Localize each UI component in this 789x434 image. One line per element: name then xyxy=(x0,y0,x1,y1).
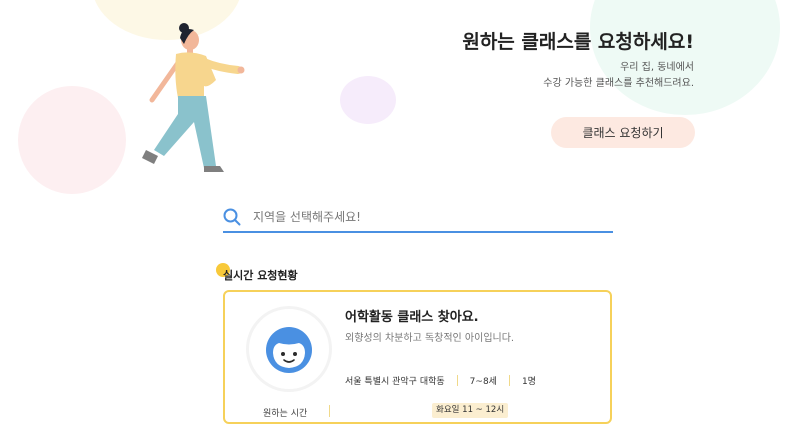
hero-subtitle-line-1: 우리 집, 동네에서 xyxy=(620,62,694,73)
decor-blob-lilac xyxy=(340,76,396,124)
request-class-button[interactable]: 클래스 요청하기 xyxy=(551,117,695,148)
desired-time-label: 원하는 시간 xyxy=(263,409,308,419)
request-description: 외향성의 차분하고 독창적인 아이입니다. xyxy=(345,333,515,344)
request-age: 7~8세 xyxy=(469,377,497,387)
region-search-input[interactable] xyxy=(253,210,613,224)
search-icon[interactable] xyxy=(223,206,245,228)
decor-blob-mint xyxy=(590,0,780,115)
live-requests-heading: 실시간 요청현황 xyxy=(223,269,298,282)
request-count: 1명 xyxy=(521,377,536,387)
request-title: 어학활동 클래스 찾아요. xyxy=(345,310,479,325)
walking-woman-illustration xyxy=(142,23,245,172)
child-face-icon xyxy=(266,327,312,373)
request-meta: 서울 특별시 관악구 대학동 7~8세 1명 xyxy=(345,374,536,387)
decor-blob-pink xyxy=(18,86,126,194)
region-search-bar xyxy=(223,203,613,233)
desired-time-chip: 화요일 11 ~ 12시 xyxy=(432,403,509,418)
time-divider xyxy=(329,405,330,417)
hero-subtitle-line-2: 수강 가능한 클래스를 추천해드려요. xyxy=(543,78,694,89)
request-card[interactable]: 어학활동 클래스 찾아요. 외향성의 차분하고 독창적인 아이입니다. 서울 특… xyxy=(223,290,612,424)
hero-subtitle: 우리 집, 동네에서 수강 가능한 클래스를 추천해드려요. xyxy=(543,60,694,92)
meta-divider xyxy=(508,375,510,386)
meta-divider xyxy=(456,375,458,386)
hero-title: 원하는 클래스를 요청하세요! xyxy=(462,31,694,53)
request-location: 서울 특별시 관악구 대학동 xyxy=(345,377,445,387)
child-avatar xyxy=(246,306,332,392)
